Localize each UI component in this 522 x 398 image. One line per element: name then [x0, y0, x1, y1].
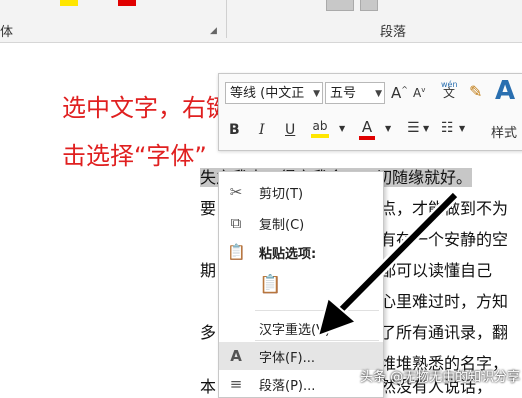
paste-keep-text-icon: 📋	[259, 274, 282, 295]
copy-icon: ⧉	[230, 214, 242, 232]
instruction-line-2: 击选择“字体”	[62, 142, 207, 170]
styles-label[interactable]: 样式	[491, 122, 517, 141]
bullets-dropdown-icon[interactable]: ▼	[423, 124, 429, 133]
menu-separator	[255, 340, 379, 341]
doc-line-5-right: 心里难过时，方知	[380, 292, 509, 311]
menu-item-font[interactable]: A 字体(F)...	[219, 342, 383, 370]
numbering-button[interactable]: ☷	[441, 120, 454, 136]
format-painter-icon[interactable]: ✎	[469, 82, 482, 101]
highlight-color-bar	[311, 134, 329, 138]
border-button[interactable]	[360, 0, 378, 11]
pinyin-guide-button[interactable]: wén 文	[441, 80, 458, 99]
red-swatch[interactable]	[118, 0, 136, 6]
watermark: 头条 @无物无由的知识分享	[360, 370, 521, 385]
paragraph-group-label: 段落	[380, 25, 407, 40]
scissors-icon: ✂	[229, 183, 243, 201]
shrink-font-button[interactable]: Av	[413, 86, 425, 100]
paragraph-icon: ≡	[229, 375, 243, 393]
highlight-button[interactable]: ab	[311, 118, 329, 138]
bold-button[interactable]: B	[229, 122, 240, 138]
font-color-bar	[359, 136, 375, 140]
menu-item-hanzi-reselect[interactable]: 汉字重选(V)	[219, 314, 383, 342]
font-name-select[interactable]: 等线 (中文正 ▼	[225, 82, 323, 104]
doc-line-3-right: 有在一个安静的空	[380, 230, 509, 249]
chevron-down-icon: ▼	[375, 89, 382, 99]
clipboard-icon: 📋	[227, 243, 246, 261]
font-size-select[interactable]: 五号 ▼	[325, 82, 385, 104]
styles-gallery-icon[interactable]: A	[495, 76, 515, 106]
bullets-button[interactable]: ☰	[407, 120, 420, 136]
mini-toolbar: 等线 (中文正 ▼ 五号 ▼ A^ Av wén 文 ✎ A B I U ab ▼…	[218, 73, 522, 151]
menu-item-cut[interactable]: ✂ 剪切(T)	[219, 178, 383, 206]
font-color-dropdown-icon[interactable]: ▼	[385, 124, 391, 133]
yellow-swatch[interactable]	[60, 0, 78, 6]
numbering-dropdown-icon[interactable]: ▼	[459, 124, 465, 133]
menu-item-copy[interactable]: ⧉ 复制(C)	[219, 209, 383, 237]
doc-line-4: 期	[200, 261, 217, 280]
doc-line-6-right: 了所有通讯录，翻	[380, 323, 509, 342]
menu-item-paste-keep-text[interactable]: 📋	[219, 272, 383, 304]
menu-separator	[255, 310, 379, 311]
context-menu: ✂ 剪切(T) ⧉ 复制(C) 📋 粘贴选项: 📋 汉字重选(V) A 字体(F…	[218, 171, 384, 398]
chevron-down-icon: ▼	[313, 89, 320, 99]
ribbon: 体 ◢ 段落	[0, 0, 522, 43]
doc-line-4-right: 都可以读懂自己	[380, 261, 493, 280]
font-dialog-launcher-icon[interactable]: ◢	[210, 26, 217, 36]
font-group-label: 体	[0, 25, 14, 40]
doc-line-8: 本	[200, 377, 217, 396]
doc-line-2-right: 点，才能做到不为	[380, 199, 509, 218]
grow-font-button[interactable]: A^	[391, 84, 408, 102]
menu-paste-options-header: 📋 粘贴选项:	[227, 243, 317, 262]
shading-button[interactable]	[326, 0, 354, 11]
font-color-button[interactable]: A	[359, 118, 375, 140]
doc-line-6: 多	[200, 323, 217, 342]
highlight-dropdown-icon[interactable]: ▼	[339, 124, 345, 133]
menu-item-paragraph[interactable]: ≡ 段落(P)...	[219, 370, 383, 398]
italic-button[interactable]: I	[259, 122, 265, 138]
underline-button[interactable]: U	[285, 122, 295, 138]
font-icon: A	[230, 347, 242, 365]
ribbon-separator	[226, 0, 227, 38]
doc-line-2: 要	[200, 199, 217, 218]
